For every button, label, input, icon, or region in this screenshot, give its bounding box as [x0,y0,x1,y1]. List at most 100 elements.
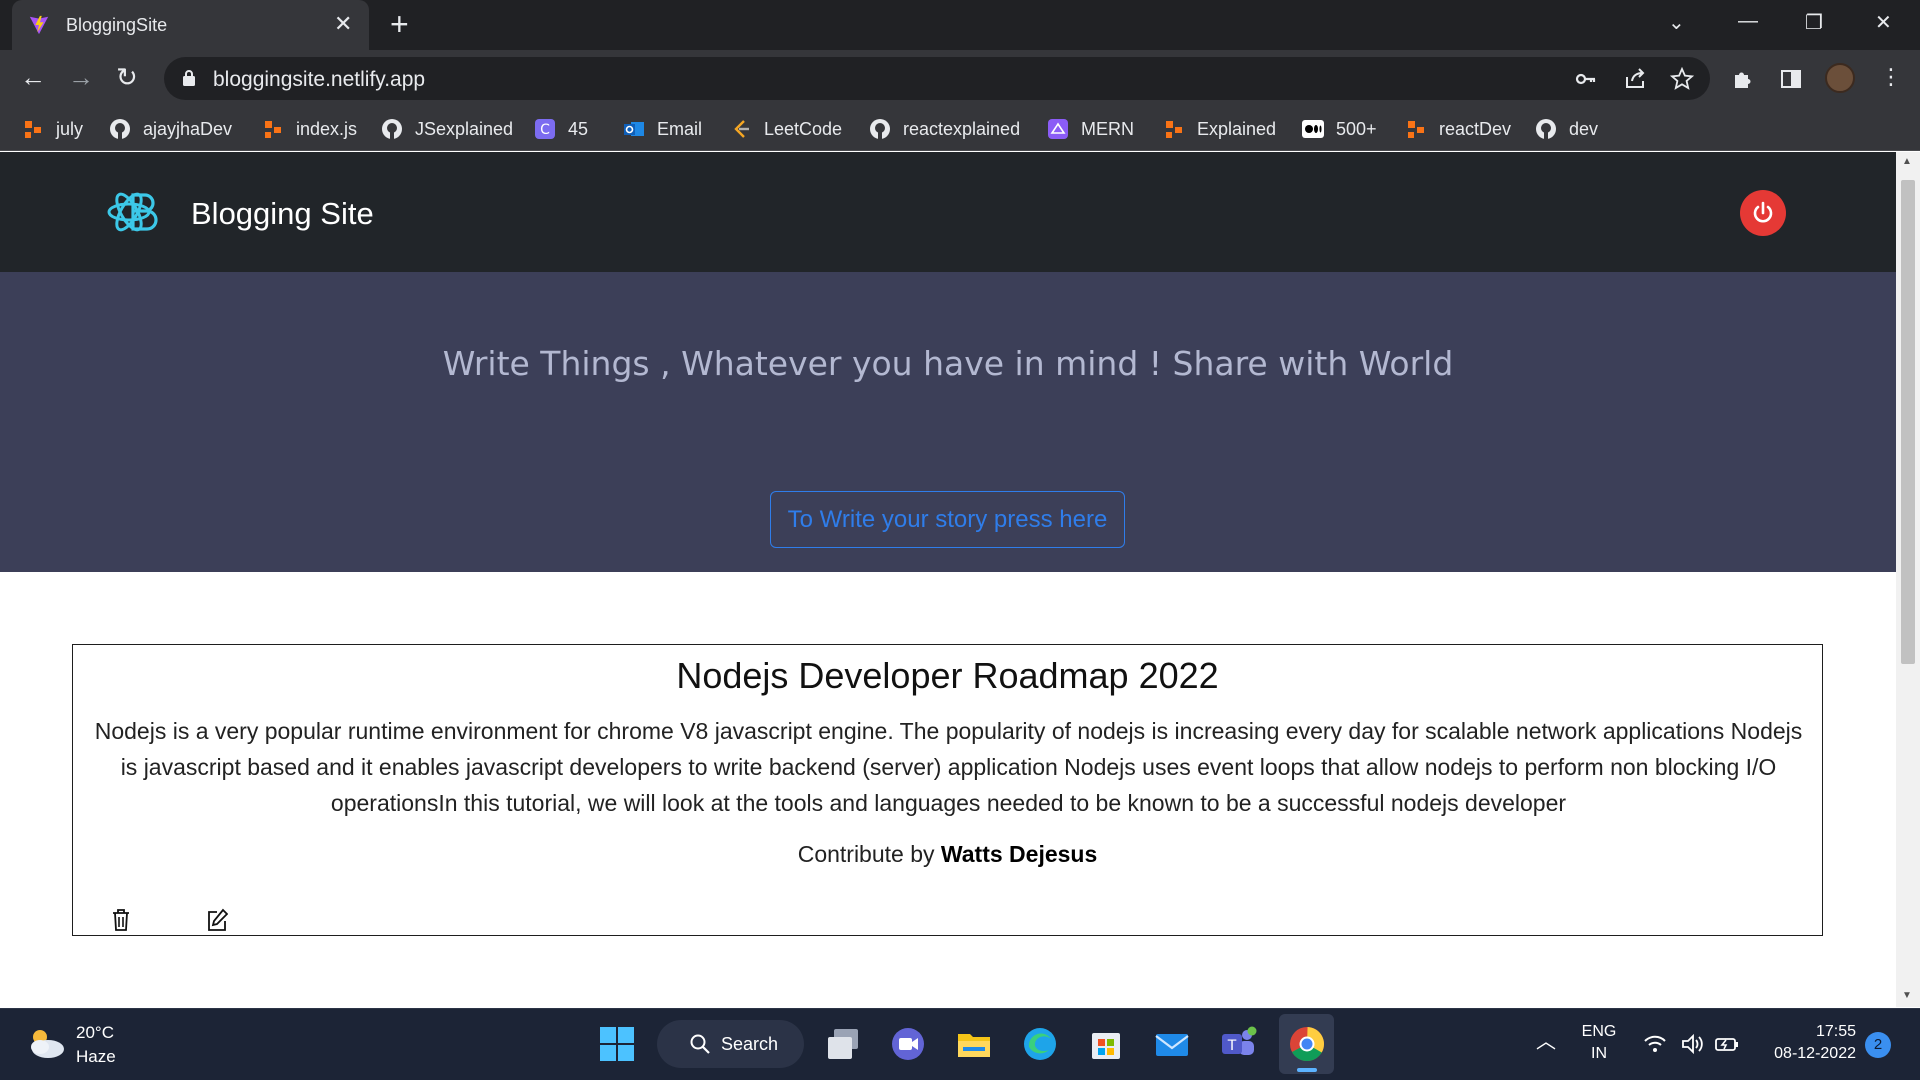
hidden-icons-chevron-icon[interactable]: ︿ [1536,1031,1556,1053]
brand-name[interactable]: Blogging Site [191,196,374,232]
browser-toolbar: ← → ↻ bloggingsite.netlify.app ⋮ [0,50,1920,107]
bookmarks-bar: july ajayjhaDev index.js JSexplained C 4… [0,107,1920,151]
active-app-indicator [1297,1068,1317,1072]
author-name: Watts Dejesus [940,841,1098,867]
taskbar-search[interactable]: Search [657,1020,804,1068]
c-square-icon: C [535,119,555,139]
side-panel-icon[interactable] [1779,67,1803,91]
mail-icon[interactable] [1153,1025,1191,1063]
search-icon [690,1034,710,1054]
bookmark-ajayjhadev[interactable]: ajayjhaDev [109,115,232,143]
file-explorer-icon[interactable] [955,1025,993,1063]
bookmark-jsexplained[interactable]: JSexplained [381,115,513,143]
weather-temperature: 20°C [76,1023,114,1042]
purple-square-icon [1048,119,1068,139]
region-label: IN [1591,1045,1607,1062]
scrollbar-thumb[interactable] [1901,180,1915,664]
post-card: Nodejs Developer Roadmap 2022 Nodejs is … [72,644,1823,936]
post-title: Nodejs Developer Roadmap 2022 [676,655,1219,696]
volume-icon[interactable] [1680,1033,1704,1055]
clock-date: 08-12-2022 [1774,1045,1856,1062]
profile-avatar[interactable] [1825,63,1855,93]
medium-icon [1302,120,1324,138]
page-scrollbar[interactable]: ▲ ▼ [1896,152,1920,1007]
bookmark-dev[interactable]: dev [1535,115,1598,143]
url-text: bloggingsite.netlify.app [213,68,426,91]
edit-pencil-icon[interactable] [206,908,228,932]
clock[interactable]: 17:55 08-12-2022 [1756,1021,1856,1065]
bookmark-explained[interactable]: Explained [1163,115,1276,143]
windows-taskbar: 20°C Haze Search T ︿ ENG IN 17:55 08-12-… [0,1008,1920,1080]
post-author-line: Contribute by Watts Dejesus [73,841,1822,868]
site-navbar: Blogging Site [0,152,1896,272]
bookmark-reactexplained[interactable]: reactexplained [869,115,1020,143]
post-body: Nodejs is a very popular runtime environ… [94,718,1803,816]
bookmark-leetcode[interactable]: LeetCode [730,115,842,143]
svg-text:C: C [540,122,550,138]
address-bar[interactable]: bloggingsite.netlify.app [164,57,1710,100]
logout-button[interactable] [1740,190,1786,236]
bookmark-email[interactable]: Email [623,115,702,143]
scroll-up-icon[interactable]: ▲ [1902,156,1912,167]
bookmark-500[interactable]: 500+ [1302,115,1377,143]
search-label: Search [721,1033,779,1054]
lock-icon [183,70,195,86]
tab-close-icon[interactable]: ✕ [334,11,352,37]
write-story-button[interactable]: To Write your story press here [770,491,1125,548]
language-label: ENG [1581,1023,1617,1040]
github-icon [1536,119,1556,139]
page-viewport: Blogging Site Write Things , Whatever yo… [0,152,1896,1007]
minimize-icon[interactable]: — [1738,10,1758,33]
orange-blocks-icon [1408,121,1424,138]
close-window-icon[interactable]: ✕ [1875,10,1892,35]
author-prefix: Contribute by [797,841,935,867]
browser-tab-strip: BloggingSite ✕ + ⌄ — ❐ ✕ [0,0,1920,50]
battery-charging-icon[interactable] [1714,1033,1740,1055]
bookmark-july[interactable]: july [22,115,83,143]
reload-icon[interactable]: ↻ [116,62,138,92]
teams-chat-icon[interactable] [889,1025,927,1063]
hero-tagline: Write Things , Whatever you have in mind… [442,344,1454,383]
bookmark-45[interactable]: C 45 [534,115,588,143]
hero-section: Write Things , Whatever you have in mind… [0,272,1896,572]
edge-browser-icon[interactable] [1021,1025,1059,1063]
bookmark-reactdev[interactable]: reactDev [1405,115,1511,143]
github-icon [870,119,890,139]
windows-start-icon[interactable] [598,1025,636,1063]
bookmark-star-icon[interactable] [1670,67,1694,91]
task-view-icon[interactable] [824,1025,862,1063]
chrome-taskbar-button[interactable] [1279,1014,1334,1074]
delete-trash-icon[interactable] [110,908,132,932]
scroll-down-icon[interactable]: ▼ [1902,990,1912,1001]
back-icon[interactable]: ← [20,62,46,92]
weather-haze-icon[interactable] [26,1025,66,1061]
orange-blocks-icon [1166,121,1182,138]
restore-icon[interactable]: ❐ [1805,10,1823,35]
tab-title: BloggingSite [66,15,168,35]
tab-search-icon[interactable]: ⌄ [1668,10,1685,35]
teams-icon[interactable]: T [1219,1025,1257,1063]
outlook-icon [624,122,644,136]
extensions-icon[interactable] [1731,67,1755,91]
forward-icon[interactable]: → [68,62,94,92]
vite-favicon-icon [29,15,49,35]
power-icon [1753,201,1773,223]
bookmark-index-js[interactable]: index.js [262,115,357,143]
github-icon [382,119,402,139]
leetcode-icon [734,120,749,138]
browser-menu-icon[interactable]: ⋮ [1880,64,1902,90]
new-tab-button[interactable]: + [390,8,409,40]
brand-logo-icon[interactable] [107,187,159,237]
key-icon[interactable] [1574,67,1598,91]
language-indicator[interactable]: ENG IN [1576,1021,1622,1065]
weather-description: Haze [76,1047,116,1066]
bookmark-mern[interactable]: MERN [1047,115,1134,143]
wifi-icon[interactable] [1643,1034,1667,1054]
chrome-icon [1290,1027,1324,1061]
microsoft-store-icon[interactable] [1087,1025,1125,1063]
svg-text:T: T [1227,1038,1237,1054]
weather-widget[interactable]: 20°C Haze [76,1021,116,1069]
browser-tab[interactable]: BloggingSite ✕ [12,0,369,50]
share-icon[interactable] [1623,67,1647,91]
notification-badge[interactable]: 2 [1865,1032,1891,1058]
